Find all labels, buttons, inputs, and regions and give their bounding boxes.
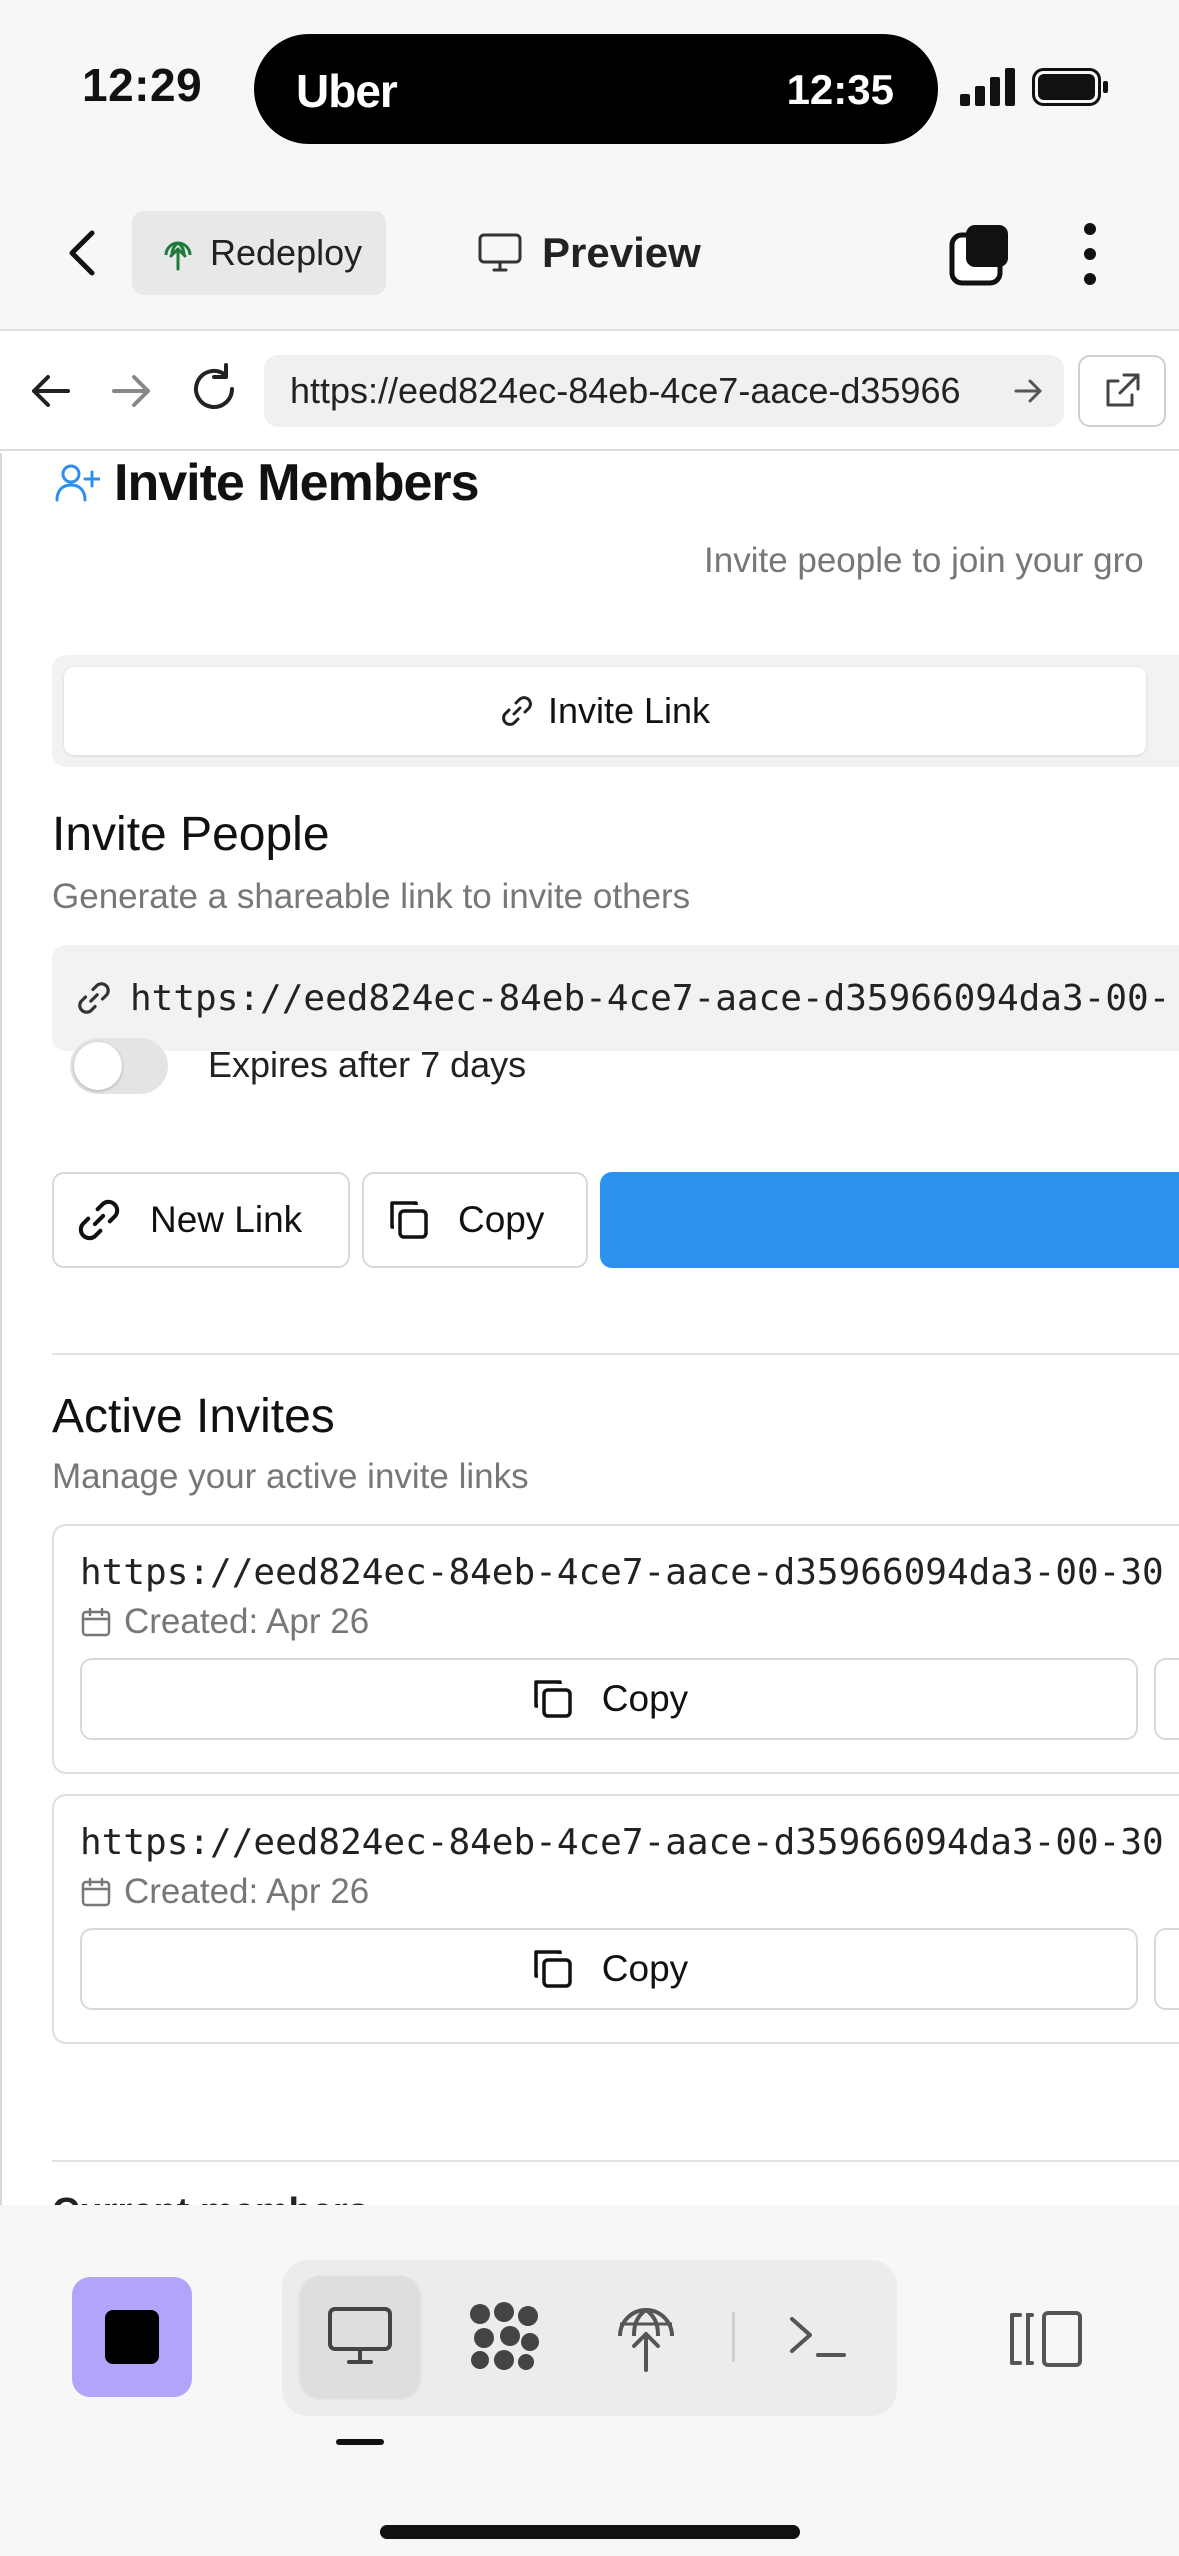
island-app-name: Uber — [296, 65, 398, 117]
copy-icon — [534, 1950, 572, 1988]
deploy-mode-button[interactable] — [586, 2276, 706, 2396]
arrow-right-icon[interactable] — [106, 365, 158, 417]
more-vertical-icon[interactable] — [1070, 219, 1110, 289]
open-external-button[interactable] — [1078, 355, 1166, 427]
invite-people-title: Invite People — [52, 808, 330, 861]
app-header: Redeploy Preview — [0, 175, 1179, 331]
invite-copy-label: Copy — [601, 1678, 689, 1719]
copy-label: Copy — [458, 1199, 545, 1240]
go-arrow-icon[interactable] — [1012, 374, 1046, 408]
tab-invite-link-label: Invite Link — [547, 690, 711, 731]
stop-button[interactable] — [72, 2277, 192, 2397]
link-icon — [502, 696, 532, 726]
invite-copy-button[interactable]: Copy — [80, 1658, 1138, 1740]
monitor-icon — [328, 2307, 392, 2364]
active-mode-indicator — [336, 2439, 384, 2445]
reload-icon[interactable] — [186, 361, 242, 417]
invite-url: https://eed824ec-84eb-4ce7-aace-d3596609… — [80, 1822, 1164, 1863]
calendar-icon — [81, 1877, 111, 1907]
deploy-globe-icon — [618, 2308, 674, 2372]
tab-invite-link[interactable]: Invite Link — [64, 667, 1146, 755]
mode-separator — [732, 2312, 735, 2362]
external-link-icon — [1106, 373, 1140, 407]
invite-created: Created: Apr 26 — [80, 1602, 369, 1642]
expiry-toggle[interactable] — [70, 1038, 168, 1094]
invite-secondary-button[interactable] — [1154, 1658, 1179, 1740]
signal-icon — [960, 68, 1015, 106]
invite-created-text: Created: Apr 26 — [124, 1872, 370, 1911]
invite-link-value: https://eed824ec-84eb-4ce7-aace-d3596609… — [130, 977, 1171, 1019]
invite-created: Created: Apr 26 — [80, 1872, 369, 1912]
invite-url: https://eed824ec-84eb-4ce7-aace-d3596609… — [80, 1552, 1164, 1593]
mode-switcher — [282, 2260, 897, 2416]
preview-button[interactable]: Preview — [478, 211, 701, 295]
preview-label: Preview — [542, 229, 701, 276]
invite-card: https://eed824ec-84eb-4ce7-aace-d3596609… — [52, 1524, 1179, 1774]
share-link-button[interactable] — [600, 1172, 1179, 1268]
invite-copy-label: Copy — [601, 1948, 689, 1989]
section-divider — [52, 2160, 1179, 2162]
expiry-toggle-label: Expires after 7 days — [208, 1044, 527, 1085]
deploy-globe-icon — [164, 241, 192, 271]
battery-icon — [1032, 68, 1108, 106]
shell-mode-button[interactable] — [758, 2276, 878, 2396]
invite-link-field[interactable]: https://eed824ec-84eb-4ce7-aace-d3596609… — [52, 945, 1179, 1051]
agent-mode-button[interactable] — [444, 2276, 564, 2396]
new-link-button[interactable]: New Link — [52, 1172, 350, 1268]
status-time: 12:29 — [82, 59, 203, 111]
terminal-icon — [790, 2317, 846, 2357]
current-members-title: Current members — [52, 2191, 369, 2205]
link-icon — [78, 982, 110, 1014]
invite-people-description: Generate a shareable link to invite othe… — [52, 877, 691, 916]
calendar-icon — [81, 1607, 111, 1637]
browser-bar: https://eed824ec-84eb-4ce7-aace-d35966 — [0, 331, 1179, 451]
home-indicator — [380, 2525, 800, 2539]
agent-icon — [470, 2302, 539, 2370]
dynamic-island[interactable]: Uber 12:35 — [254, 34, 938, 144]
toggle-knob — [74, 1042, 122, 1090]
status-bar: 12:29 Uber 12:35 — [0, 0, 1179, 175]
arrow-left-icon[interactable] — [24, 365, 76, 417]
island-time: 12:35 — [786, 66, 894, 113]
section-divider — [52, 1353, 1179, 1355]
url-field[interactable]: https://eed824ec-84eb-4ce7-aace-d35966 — [264, 355, 1064, 427]
new-link-label: New Link — [150, 1199, 303, 1240]
copy-link-button[interactable]: Copy — [362, 1172, 588, 1268]
back-chevron-icon[interactable] — [56, 225, 112, 281]
copy-icon — [390, 1201, 428, 1239]
panel-toggle-icon[interactable] — [1006, 2307, 1086, 2371]
stop-icon — [105, 2310, 159, 2364]
active-invites-description: Manage your active invite links — [52, 1457, 529, 1496]
invite-card: https://eed824ec-84eb-4ce7-aace-d3596609… — [52, 1794, 1179, 2044]
page-title-text: Invite Members — [114, 454, 480, 512]
invite-copy-button[interactable]: Copy — [80, 1928, 1138, 2010]
monitor-icon — [478, 233, 522, 272]
bottom-toolbar — [0, 2205, 1179, 2556]
invite-created-text: Created: Apr 26 — [124, 1602, 370, 1641]
url-text: https://eed824ec-84eb-4ce7-aace-d35966 — [290, 370, 961, 411]
invite-secondary-button[interactable] — [1154, 1928, 1179, 2010]
link-icon — [78, 1199, 120, 1241]
preview-mode-button[interactable] — [300, 2276, 420, 2396]
copy-icon — [534, 1680, 572, 1718]
user-plus-icon — [55, 464, 100, 502]
web-page: Invite Members Invite people to join you… — [0, 453, 1179, 2205]
page-title: Invite Members — [54, 453, 480, 513]
tabs-icon[interactable] — [948, 223, 1012, 287]
redeploy-label: Redeploy — [210, 232, 363, 273]
redeploy-button[interactable]: Redeploy — [132, 211, 386, 295]
active-invites-title: Active Invites — [52, 1390, 335, 1443]
page-subtitle: Invite people to join your gro — [704, 541, 1144, 580]
